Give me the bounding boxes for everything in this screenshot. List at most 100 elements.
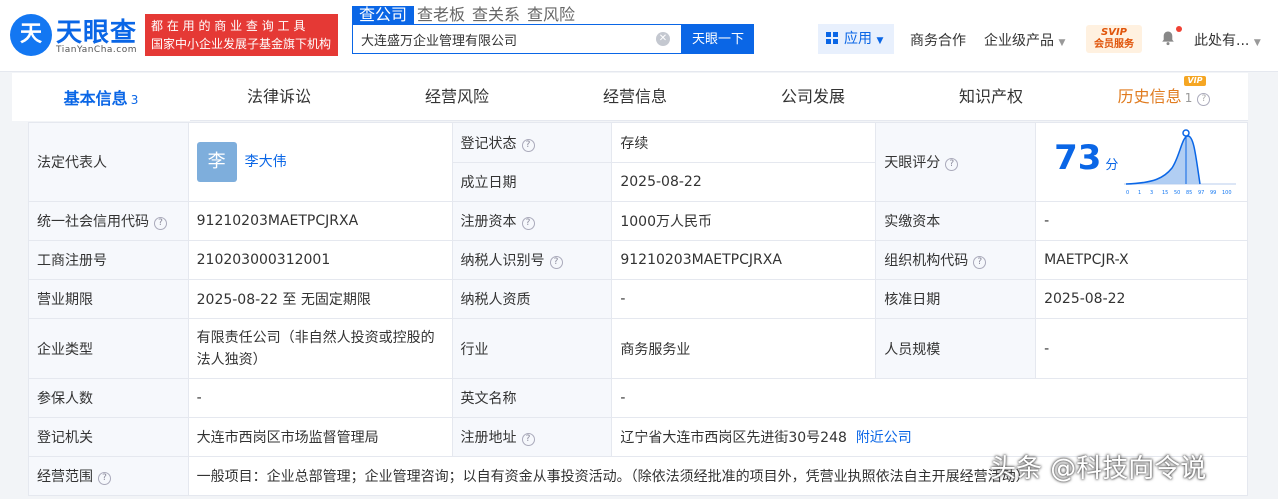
caret-down-icon: ▼	[1253, 38, 1261, 48]
tab-basic-info[interactable]: 基本信息 3	[12, 73, 190, 121]
industry-label: 行业	[451, 318, 613, 379]
help-icon[interactable]: ?	[154, 217, 167, 230]
nav-enterprise-products[interactable]: 企业级产品 ▼	[984, 30, 1065, 50]
tax-qual-value: -	[611, 279, 877, 319]
svip-service-label: 会员服务	[1094, 39, 1134, 50]
basic-info-table: 法定代表人 李李大伟 登记状态? 存续 天眼评分? 73分 0 1 3 15	[28, 122, 1249, 496]
reg-capital-label: 注册资本?	[451, 201, 613, 241]
scope-label: 经营范围?	[28, 456, 189, 496]
search-box: ✕	[352, 24, 682, 54]
axis-label: 100	[1222, 190, 1232, 196]
logo-subtitle: TianYanCha.com	[56, 45, 138, 55]
detail-tabs: 基本信息 3 法律诉讼 经营风险 经营信息 公司发展 知识产权 历史信息 1?	[12, 73, 1248, 121]
app-menu[interactable]: 应用 ▼	[818, 24, 894, 54]
tax-qual-label: 纳税人资质	[451, 279, 613, 319]
tab-label: 基本信息	[63, 89, 128, 108]
caret-down-icon: ▼	[876, 36, 884, 46]
app-menu-label: 应用	[844, 31, 872, 47]
help-icon[interactable]: ?	[973, 256, 987, 269]
address-label: 注册地址?	[451, 417, 613, 457]
user-menu[interactable]: 此处有... ▼	[1194, 30, 1261, 50]
watermark: 头条 @科技向令说	[990, 454, 1207, 484]
tab-company-development[interactable]: 公司发展	[724, 73, 902, 121]
top-header: 天 天眼查 TianYanCha.com 都 在 用 的 商 业 查 询 工 具…	[0, 0, 1278, 72]
tab-legal[interactable]: 法律诉讼	[190, 73, 368, 121]
axis-label: 3	[1150, 190, 1153, 196]
tab-label: 历史信息	[1117, 87, 1182, 106]
help-icon[interactable]: ?	[945, 158, 959, 171]
term-value: 2025-08-22 至 无固定期限	[187, 279, 453, 319]
insured-value: -	[187, 378, 453, 418]
score-cell[interactable]: 73 分 0 1 3 15 50 85 97 99 100	[1035, 122, 1248, 202]
vip-tag: VIP	[1184, 76, 1206, 86]
help-icon[interactable]: ?	[521, 217, 535, 230]
svip-badge[interactable]: SVIP 会员服务	[1086, 25, 1142, 53]
help-icon[interactable]: ?	[521, 138, 535, 152]
reg-no-label: 工商注册号	[28, 240, 189, 280]
nav-business-cooperation[interactable]: 商务合作	[910, 30, 966, 50]
term-label: 营业期限	[28, 279, 189, 319]
help-icon[interactable]: ?	[549, 256, 563, 269]
search-input[interactable]	[353, 25, 653, 53]
tab-operation-risk[interactable]: 经营风险	[368, 73, 546, 121]
type-value: 有限责任公司（非自然人投资或控股的 法人独资）	[187, 318, 453, 379]
nav-enterprise-label: 企业级产品	[984, 33, 1054, 49]
caret-down-icon: ▼	[1058, 38, 1066, 48]
reg-no-value: 210203000312001	[187, 240, 453, 280]
type-label: 企业类型	[28, 318, 189, 379]
logo-eye-icon: 天	[10, 14, 52, 56]
approval-label: 核准日期	[875, 279, 1037, 319]
help-icon[interactable]: ?	[521, 433, 535, 446]
tab-intellectual-property[interactable]: 知识产权	[902, 73, 1080, 121]
grid-icon	[826, 32, 838, 44]
search-tab-risk[interactable]: 查风险	[527, 6, 575, 24]
logo[interactable]: 天 天眼查 TianYanCha.com	[10, 12, 140, 58]
approval-value: 2025-08-22	[1035, 279, 1248, 319]
search-button[interactable]: 天眼一下	[682, 24, 754, 54]
staff-label: 人员规模	[875, 318, 1037, 379]
slogan-banner: 都 在 用 的 商 业 查 询 工 具 国家中小企业发展子基金旗下机构	[145, 14, 338, 56]
reg-capital-value: 1000万人民币	[611, 201, 877, 241]
avatar[interactable]: 李	[196, 142, 237, 182]
search-tab-boss[interactable]: 查老板	[417, 6, 465, 24]
status-value: 存续	[611, 122, 877, 163]
tab-history[interactable]: 历史信息 1?	[1080, 73, 1248, 121]
org-code-value: MAETPCJR-X	[1035, 240, 1248, 280]
tax-id-label: 纳税人识别号?	[451, 240, 613, 280]
score-value: 73	[1054, 138, 1102, 178]
staff-value: -	[1035, 318, 1248, 379]
legal-rep-cell: 李李大伟	[187, 122, 453, 202]
insured-label: 参保人数	[28, 378, 189, 418]
axis-label: 50	[1174, 190, 1180, 196]
type-value-line-1: 有限责任公司（非自然人投资或控股的	[196, 329, 435, 346]
org-code-label: 组织机构代码?	[875, 240, 1037, 280]
legal-rep-label: 法定代表人	[28, 122, 189, 202]
svip-label: SVIP	[1101, 27, 1127, 38]
tab-count: 1	[1184, 91, 1193, 105]
axis-label: 1	[1138, 190, 1141, 196]
search-tab-company[interactable]: 查公司	[352, 6, 415, 24]
score-distribution-chart: 0 1 3 15 50 85 97 99 100	[1124, 129, 1237, 196]
axis-label: 99	[1210, 190, 1216, 196]
english-name-value: -	[611, 378, 1248, 418]
tax-id-value: 91210203MAETPCJRXA	[611, 240, 877, 280]
industry-value: 商务服务业	[611, 318, 877, 379]
help-icon[interactable]: ?	[98, 472, 111, 485]
search-tab-relation[interactable]: 查关系	[472, 6, 520, 24]
score-display: 73 分	[1054, 138, 1118, 178]
user-name: 此处有...	[1194, 33, 1250, 49]
nearby-companies-link[interactable]: 附近公司	[856, 430, 912, 446]
credit-code-label: 统一社会信用代码?	[28, 201, 189, 241]
tab-operation-info[interactable]: 经营信息	[546, 73, 724, 121]
help-icon[interactable]: ?	[1197, 93, 1211, 106]
score-label: 天眼评分?	[875, 122, 1037, 202]
notification-dot	[1176, 26, 1182, 32]
slogan-line-2: 国家中小企业发展子基金旗下机构	[151, 37, 332, 51]
legal-rep-link[interactable]: 李大伟	[245, 154, 287, 170]
clear-icon[interactable]: ✕	[656, 32, 670, 46]
logo-text: 天眼查	[56, 18, 138, 48]
bell-icon[interactable]	[1160, 30, 1176, 46]
axis-label: 85	[1186, 190, 1192, 196]
slogan-line-1: 都 在 用 的 商 业 查 询 工 具	[151, 19, 306, 33]
address-text: 辽宁省大连市西岗区先进街30号248	[620, 430, 847, 446]
